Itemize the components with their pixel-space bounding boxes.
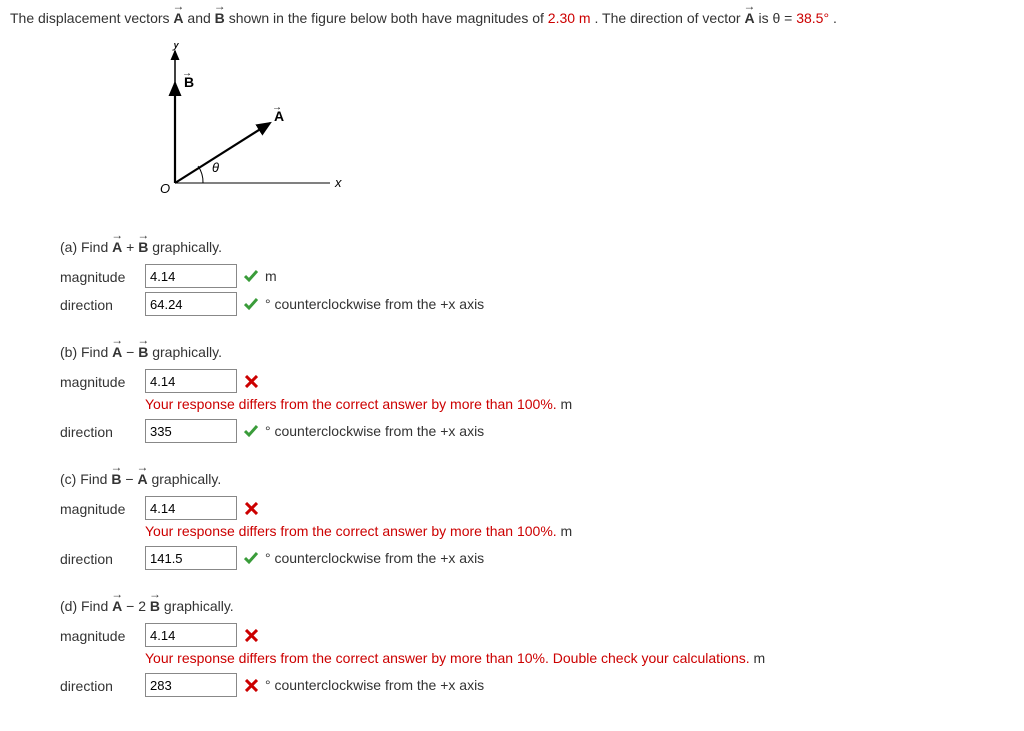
part-b-title: (b) Find A − B graphically.: [60, 342, 1014, 363]
text: is θ =: [758, 10, 796, 26]
b-direction-input[interactable]: [145, 419, 237, 443]
feedback-msg: Your response differs from the correct a…: [145, 650, 750, 666]
magnitude-label: magnitude: [60, 623, 145, 647]
check-icon: [243, 296, 259, 312]
magnitude-label: magnitude: [60, 264, 145, 288]
unit-ccw: ° counterclockwise from the +x axis: [265, 548, 484, 569]
vector-a: A: [112, 342, 122, 363]
magnitude-value: 2.30 m: [548, 10, 591, 26]
c-direction-input[interactable]: [145, 546, 237, 570]
angle-value: 38.5°: [796, 10, 829, 26]
part-d-title: (d) Find A − 2 B graphically.: [60, 596, 1014, 617]
vector-a: A: [112, 596, 122, 617]
x-icon: [243, 677, 259, 693]
feedback-text: Your response differs from the correct a…: [145, 648, 765, 669]
origin-label: O: [160, 181, 170, 196]
vector-b: B: [215, 8, 225, 29]
text: The displacement vectors: [10, 10, 173, 26]
problem-statement: The displacement vectors A and B shown i…: [10, 8, 1014, 29]
d-direction-input[interactable]: [145, 673, 237, 697]
svg-text:→: →: [182, 68, 192, 79]
text: graphically.: [152, 239, 222, 255]
text: − 2: [126, 598, 146, 614]
part-a-title: (a) Find A + B graphically.: [60, 237, 1014, 258]
unit-ccw: ° counterclockwise from the +x axis: [265, 294, 484, 315]
vector-b: B: [150, 596, 160, 617]
text: . The direction of vector: [595, 10, 745, 26]
feedback-msg: Your response differs from the correct a…: [145, 396, 557, 412]
text: (d) Find: [60, 598, 112, 614]
feedback-msg: Your response differs from the correct a…: [145, 523, 557, 539]
text: and: [187, 10, 214, 26]
text: (a) Find: [60, 239, 112, 255]
a-magnitude-input[interactable]: [145, 264, 237, 288]
y-axis-label: y: [172, 43, 181, 51]
direction-label: direction: [60, 673, 145, 697]
unit-m: m: [754, 650, 766, 666]
vector-a: A: [137, 469, 147, 490]
part-b: (b) Find A − B graphically. magnitude Yo…: [60, 342, 1014, 443]
text: (c) Find: [60, 471, 111, 487]
text: graphically.: [164, 598, 234, 614]
magnitude-label: magnitude: [60, 496, 145, 520]
vector-a: A: [173, 8, 183, 29]
vector-b: B: [111, 469, 121, 490]
x-axis-label: x: [334, 175, 342, 190]
vector-figure: y x O B → A → θ: [130, 43, 1014, 219]
b-magnitude-input[interactable]: [145, 369, 237, 393]
unit-m: m: [561, 396, 573, 412]
c-magnitude-input[interactable]: [145, 496, 237, 520]
vector-b: B: [138, 237, 148, 258]
text: shown in the figure below both have magn…: [229, 10, 548, 26]
figure-svg: y x O B → A → θ: [130, 43, 350, 213]
direction-label: direction: [60, 292, 145, 316]
feedback-text: Your response differs from the correct a…: [145, 521, 572, 542]
svg-text:→: →: [272, 102, 282, 113]
vector-a: A: [744, 8, 754, 29]
unit-m: m: [561, 523, 573, 539]
check-icon: [243, 550, 259, 566]
part-c: (c) Find B − A graphically. magnitude Yo…: [60, 469, 1014, 570]
check-icon: [243, 268, 259, 284]
x-icon: [243, 500, 259, 516]
d-magnitude-input[interactable]: [145, 623, 237, 647]
x-icon: [243, 373, 259, 389]
check-icon: [243, 423, 259, 439]
text: graphically.: [151, 471, 221, 487]
unit-ccw: ° counterclockwise from the +x axis: [265, 675, 484, 696]
part-d: (d) Find A − 2 B graphically. magnitude …: [60, 596, 1014, 697]
feedback-text: Your response differs from the correct a…: [145, 394, 572, 415]
unit-m: m: [265, 266, 277, 287]
direction-label: direction: [60, 419, 145, 443]
x-icon: [243, 627, 259, 643]
theta-label: θ: [212, 160, 219, 175]
unit-ccw: ° counterclockwise from the +x axis: [265, 421, 484, 442]
vector-a: A: [112, 237, 122, 258]
text: graphically.: [152, 344, 222, 360]
vector-b: B: [138, 342, 148, 363]
text: .: [833, 10, 837, 26]
part-c-title: (c) Find B − A graphically.: [60, 469, 1014, 490]
part-a: (a) Find A + B graphically. magnitude m …: [60, 237, 1014, 316]
magnitude-label: magnitude: [60, 369, 145, 393]
text: (b) Find: [60, 344, 112, 360]
direction-label: direction: [60, 546, 145, 570]
a-direction-input[interactable]: [145, 292, 237, 316]
